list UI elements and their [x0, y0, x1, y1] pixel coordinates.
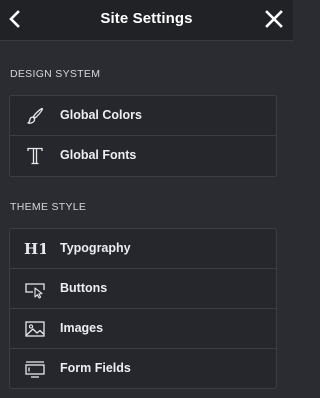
- menu-item-label: Images: [60, 321, 104, 335]
- section-label-design-system: DESIGN SYSTEM: [10, 68, 101, 80]
- menu-item-buttons[interactable]: Buttons: [10, 269, 276, 309]
- menu-item-typography[interactable]: H1 Typography: [10, 229, 276, 269]
- menu-item-global-colors[interactable]: Global Colors: [10, 96, 276, 136]
- form-fields-icon: [24, 359, 46, 379]
- site-settings-panel: Site Settings DESIGN SYSTEM Global Color…: [0, 0, 293, 398]
- menu-item-form-fields[interactable]: Form Fields: [10, 349, 276, 389]
- theme-style-group: H1 Typography Buttons Images Form Fields: [9, 228, 277, 389]
- page-title: Site Settings: [100, 10, 193, 27]
- button-cursor-icon: [24, 279, 46, 299]
- menu-item-label: Typography: [60, 241, 131, 255]
- heading-h1-icon: H1: [24, 239, 46, 259]
- font-t-icon: [24, 146, 46, 166]
- menu-item-label: Global Fonts: [60, 148, 137, 162]
- menu-item-label: Global Colors: [60, 108, 142, 122]
- image-icon: [24, 319, 46, 339]
- close-icon: [265, 10, 283, 28]
- panel-header: Site Settings: [0, 0, 293, 41]
- close-button[interactable]: [264, 9, 284, 29]
- menu-item-label: Form Fields: [60, 361, 131, 375]
- menu-item-label: Buttons: [60, 281, 108, 295]
- menu-item-global-fonts[interactable]: Global Fonts: [10, 136, 276, 176]
- design-system-group: Global Colors Global Fonts: [9, 95, 277, 177]
- brush-icon: [24, 106, 46, 126]
- section-label-theme-style: THEME STYLE: [10, 201, 87, 213]
- menu-item-images[interactable]: Images: [10, 309, 276, 349]
- svg-text:H1: H1: [24, 240, 46, 258]
